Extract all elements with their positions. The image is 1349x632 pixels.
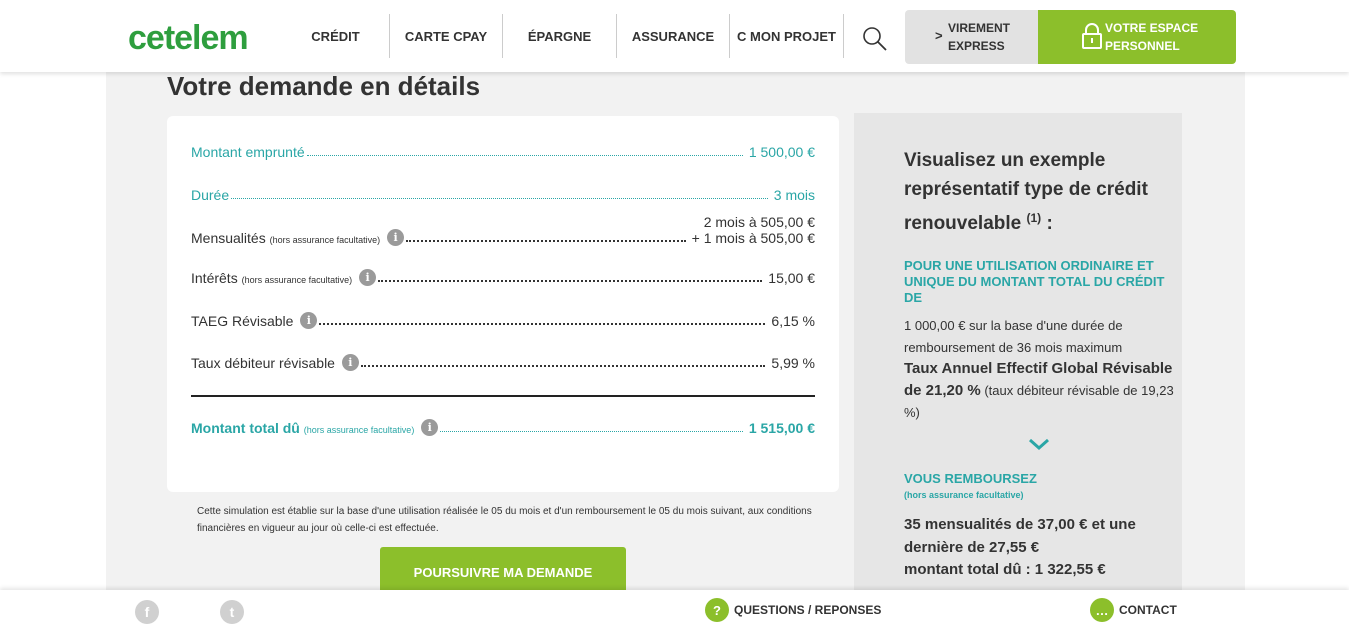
total-label: Montant total dû (191, 420, 300, 436)
mensualites-label: Mensualités (191, 230, 266, 246)
question-icon: ? (705, 598, 729, 622)
side-total-du-summary: montant total dû : 1 322,55 € (904, 561, 1106, 578)
row-taeg: TAEG Révisable i 6,15 % (191, 312, 815, 329)
row-montant-total: Montant total dû (hors assurance faculta… (191, 419, 815, 436)
contact-link[interactable]: … CONTACT (1090, 598, 1177, 622)
taux-value: 5,99 % (771, 355, 815, 371)
dot-leader (360, 365, 766, 367)
lock-icon (1082, 22, 1102, 55)
interets-value: 15,00 € (768, 270, 815, 286)
espace-personnel-button[interactable]: VOTRE ESPACE PERSONNEL (1038, 10, 1236, 64)
info-icon[interactable]: i (359, 269, 377, 286)
taux-label-group: Taux débiteur révisable i (191, 354, 359, 371)
facebook-icon[interactable]: f (135, 600, 159, 624)
side-heading-remboursez: VOUS REMBOURSEZ (904, 471, 1037, 486)
side-title: Visualisez un exemple représentatif type… (904, 146, 1174, 238)
chevron-right-icon: > (935, 28, 943, 43)
questions-reponses-label: QUESTIONS / REPONSES (734, 603, 882, 617)
dot-leader (319, 323, 766, 325)
duree-label: Durée (191, 187, 230, 203)
side-title-suffix: : (1041, 213, 1053, 234)
mensualites-note: (hors assurance facultative) (269, 235, 381, 245)
interets-label: Intérêts (191, 270, 238, 286)
site-footer: f t ? QUESTIONS / REPONSES … CONTACT (0, 590, 1349, 632)
mensualites-value-line2: + 1 mois à 505,00 € (691, 230, 815, 246)
dot-leader (231, 198, 768, 199)
total-separator (191, 395, 815, 397)
espace-personnel-label: VOTRE ESPACE PERSONNEL (1105, 21, 1199, 53)
row-taux-debiteur: Taux débiteur révisable i 5,99 % (191, 354, 815, 371)
total-value: 1 515,00 € (748, 420, 815, 436)
row-interets: Intérêts (hors assurance facultative) i … (191, 269, 815, 286)
cetelem-logo[interactable]: cetelem (128, 18, 249, 58)
side-credit-amount-text: 1 000,00 € sur la base d'une durée de re… (904, 318, 1123, 355)
mensualites-label-group: Mensualités (hors assurance facultative)… (191, 229, 405, 246)
page-title: Votre demande en détails (167, 71, 481, 101)
chevron-down-icon[interactable] (1028, 437, 1050, 451)
row-duree: Durée 3 mois (191, 187, 815, 203)
info-icon[interactable]: i (300, 312, 318, 329)
representative-example-panel: Visualisez un exemple représentatif type… (854, 113, 1182, 603)
mensualites-value: 2 mois à 505,00 € + 1 mois à 505,00 € (692, 214, 815, 246)
montant-value: 1 500,00 € (748, 144, 815, 160)
taeg-label: TAEG Révisable (191, 313, 294, 329)
total-label-group: Montant total dû (hors assurance faculta… (191, 419, 439, 436)
virement-express-button[interactable]: > VIREMENT EXPRESS (905, 10, 1038, 64)
nav-carte-cpay[interactable]: CARTE CPAY (390, 14, 503, 58)
nav-credit[interactable]: CRÉDIT (282, 14, 390, 58)
virement-express-label: VIREMENT EXPRESS (948, 21, 1011, 53)
mensualites-value-line1: 2 mois à 505,00 € (703, 214, 815, 230)
search-icon[interactable] (862, 26, 888, 52)
interets-label-group: Intérêts (hors assurance facultative) i (191, 269, 377, 286)
dot-leader (378, 280, 763, 282)
twitter-icon[interactable]: t (220, 600, 244, 624)
side-mensualites-summary: 35 mensualités de 37,00 € et une dernièr… (904, 516, 1136, 556)
side-heading-utilisation: POUR UNE UTILISATION ORDINAIRE ET UNIQUE… (904, 258, 1165, 305)
duree-value: 3 mois (773, 187, 815, 203)
nav-epargne[interactable]: ÉPARGNE (503, 14, 617, 58)
info-icon[interactable]: i (421, 419, 439, 436)
interets-note: (hors assurance facultative) (241, 275, 353, 285)
dot-leader (306, 155, 743, 156)
side-taeg-text: Taux Annuel Effectif Global Révisable de… (904, 358, 1174, 424)
info-icon[interactable]: i (387, 229, 405, 246)
montant-label: Montant emprunté (191, 144, 305, 160)
info-icon[interactable]: i (341, 354, 359, 371)
loan-details-card: Montant emprunté 1 500,00 € Durée 3 mois… (167, 116, 839, 492)
main-nav: CRÉDIT CARTE CPAY ÉPARGNE ASSURANCE C MO… (282, 14, 844, 58)
chat-bubble-icon: … (1090, 598, 1114, 622)
dot-leader (440, 431, 743, 432)
taeg-label-group: TAEG Révisable i (191, 312, 318, 329)
row-montant-emprunte: Montant emprunté 1 500,00 € (191, 144, 815, 160)
side-remboursez-note: (hors assurance facultative) (904, 490, 1024, 500)
taeg-value: 6,15 % (771, 313, 815, 329)
taux-label: Taux débiteur révisable (191, 355, 335, 371)
side-title-footnote: (1) (1026, 211, 1042, 225)
nav-assurance[interactable]: ASSURANCE (617, 14, 730, 58)
simulation-disclaimer: Cette simulation est établie sur la base… (197, 506, 812, 534)
questions-reponses-link[interactable]: ? QUESTIONS / REPONSES (705, 598, 881, 622)
total-note: (hors assurance facultative) (303, 425, 415, 435)
site-header: cetelem CRÉDIT CARTE CPAY ÉPARGNE ASSURA… (0, 0, 1349, 72)
dot-leader (406, 240, 686, 242)
contact-label: CONTACT (1119, 603, 1177, 617)
row-mensualites: Mensualités (hors assurance facultative)… (191, 214, 815, 246)
nav-c-mon-projet[interactable]: C MON PROJET (730, 14, 844, 58)
